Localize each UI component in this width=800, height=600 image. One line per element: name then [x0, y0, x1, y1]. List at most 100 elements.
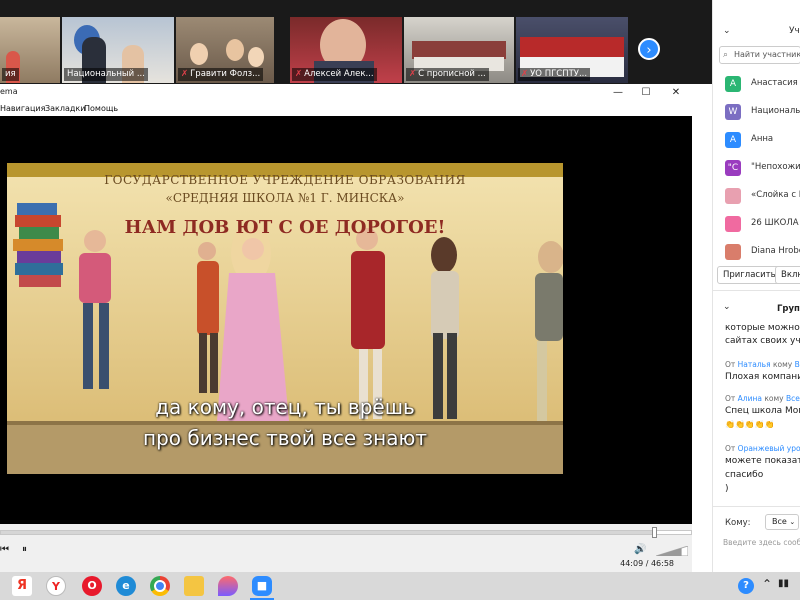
minimize-button[interactable]: —	[604, 85, 632, 101]
participant-video-strip: ия Национальный ... ✗ Гравити Фолз... ✗ Ал…	[0, 0, 712, 84]
yandex-icon[interactable]: Я	[12, 576, 32, 596]
yandex-browser-icon[interactable]: Y	[46, 576, 66, 596]
search-placeholder: Найти участника	[734, 50, 800, 59]
seek-bar-fill	[1, 531, 655, 534]
chat-text: можете показат	[725, 456, 800, 466]
pause-icon[interactable]: ⏸	[22, 542, 27, 558]
muted-mic-icon: ✗	[409, 69, 417, 79]
chat-title: Груп	[777, 304, 800, 314]
video-tile-label: ✗ Алексей Алек...	[292, 68, 377, 81]
volume-slider[interactable]	[656, 546, 688, 556]
seek-bar[interactable]	[0, 527, 692, 538]
previous-icon[interactable]: ⏮	[0, 542, 9, 558]
participant-row[interactable]: 26 ШКОЛА г	[713, 212, 800, 236]
chat-sender: От Наталья кому Вс	[725, 360, 800, 369]
chat-text: 👏👏👏👏👏	[725, 420, 775, 429]
help-icon[interactable]: ?	[738, 578, 754, 594]
video-tile-3[interactable]: ✗ Гравити Фолз...	[176, 17, 274, 83]
video-tile-label: ия	[2, 68, 19, 81]
subtitle-line-2: про бизнес твой все знают	[143, 426, 427, 450]
search-icon: ⌕	[723, 50, 729, 60]
menu-help[interactable]: Помощь	[84, 104, 118, 113]
avatar: W	[725, 104, 741, 120]
video-frame[interactable]: ГОСУДАРСТВЕННОЕ УЧРЕЖДЕНИЕ ОБРАЗОВАНИЯ «…	[7, 163, 563, 474]
taskbar: Я Y O e ■ ? ⌃ ▮▮	[0, 572, 800, 600]
video-tile-1[interactable]: ия	[0, 17, 60, 83]
close-button[interactable]: ✕	[662, 85, 690, 101]
participant-name: Национальн	[751, 106, 800, 116]
avatar	[725, 188, 741, 204]
chat-input[interactable]: Введите здесь сообщ	[723, 538, 800, 547]
participants-header: ⌄ Уч	[713, 22, 800, 42]
invite-button[interactable]: Пригласить	[717, 266, 782, 284]
network-icon[interactable]: ▮▮	[778, 578, 789, 589]
edge-icon[interactable]: e	[116, 576, 136, 596]
divider	[713, 506, 800, 507]
participant-name: «Слойка с П	[751, 190, 800, 200]
divider	[713, 290, 800, 291]
include-button[interactable]: Вклю	[775, 266, 800, 284]
chat-text: Плохая компани	[725, 372, 800, 382]
chat-text: Спец школа Мог	[725, 406, 800, 416]
participants-title: Уч	[789, 26, 800, 36]
chat-text: спасибо	[725, 470, 764, 480]
muted-mic-icon: ✗	[181, 69, 189, 79]
recipient-select[interactable]: Все ⌄	[765, 514, 799, 530]
search-input[interactable]: ⌕ Найти участника	[719, 46, 800, 64]
participant-name: Diana Hrobe	[751, 246, 800, 256]
chat-text: )	[725, 484, 729, 494]
avatar: А	[725, 76, 741, 92]
avatar: А	[725, 132, 741, 148]
chat-sender: От Алина кому Все:	[725, 394, 800, 403]
participant-name: 26 ШКОЛА г	[751, 218, 800, 228]
player-controls: ⏮ ⏸ 🔊 44:09 / 46:58	[0, 524, 692, 572]
player-title: ema	[0, 87, 18, 96]
volume-icon[interactable]: 🔊	[634, 542, 646, 558]
participant-row[interactable]: Diana Hrobe	[713, 240, 800, 264]
player-menubar: Навигация Закладки Помощь	[0, 102, 692, 116]
banner-line-3: НАМ ДОВ ЮТ С ОЕ ДОРОГОЕ!	[124, 217, 446, 238]
chevron-down-icon[interactable]: ⌄	[723, 302, 731, 312]
video-tile-2[interactable]: Национальный ...	[62, 17, 174, 83]
opera-icon[interactable]: O	[82, 576, 102, 596]
participant-row[interactable]: А Анастасия (Я	[713, 72, 800, 96]
avatar	[725, 216, 741, 232]
participant-row[interactable]: "C "Непохожие	[713, 156, 800, 180]
participants-panel: ⌄ Уч ⌕ Найти участника А Анастасия (Я W Нац…	[712, 0, 800, 572]
video-tile-4[interactable]: ✗ Алексей Алек...	[290, 17, 402, 83]
tray-expand-icon[interactable]: ⌃	[762, 577, 772, 591]
video-tile-label: ✗ Гравити Фолз...	[178, 68, 264, 81]
seek-bar-thumb[interactable]	[652, 527, 657, 538]
participant-name: Анна	[751, 134, 774, 144]
media-player-window: ema — ☐ ✕ Навигация Закладки Помощь ГОСУ…	[0, 84, 692, 572]
chevron-right-icon: ›	[646, 43, 652, 58]
chat-text: сайтах своих учр	[725, 336, 800, 346]
chevron-down-icon[interactable]: ⌄	[723, 26, 731, 36]
video-area[interactable]: ГОСУДАРСТВЕННОЕ УЧРЕЖДЕНИЕ ОБРАЗОВАНИЯ «…	[0, 116, 692, 524]
menu-navigation[interactable]: Навигация	[0, 104, 45, 113]
to-label: Кому:	[725, 518, 751, 528]
video-tile-6[interactable]: ✗ УО ПГСПТУ...	[516, 17, 628, 83]
menu-bookmarks[interactable]: Закладки	[45, 104, 85, 113]
avatar: "C	[725, 160, 741, 176]
participant-row[interactable]: W Национальн	[713, 100, 800, 124]
next-page-button[interactable]: ›	[638, 38, 660, 60]
participant-name: "Непохожие	[751, 162, 800, 172]
video-tile-label: Национальный ...	[64, 68, 148, 81]
participant-row[interactable]: «Слойка с П	[713, 184, 800, 208]
avatar	[725, 244, 741, 260]
time-readout: 44:09 / 46:58	[620, 559, 674, 568]
video-tile-5[interactable]: ✗ С прописной ...	[404, 17, 514, 83]
muted-mic-icon: ✗	[295, 69, 303, 79]
maximize-button[interactable]: ☐	[632, 85, 660, 101]
player-titlebar[interactable]: ema — ☐ ✕	[0, 84, 692, 102]
file-explorer-icon[interactable]	[184, 576, 204, 596]
chrome-icon[interactable]	[150, 576, 170, 596]
banner-line-1: ГОСУДАРСТВЕННОЕ УЧРЕЖДЕНИЕ ОБРАЗОВАНИЯ	[104, 173, 466, 187]
zoom-icon[interactable]: ■	[252, 576, 272, 596]
chevron-down-icon: ⌄	[789, 518, 796, 526]
paint-icon[interactable]	[218, 576, 238, 596]
video-tile-label: ✗ УО ПГСПТУ...	[518, 68, 591, 81]
participant-row[interactable]: А Анна	[713, 128, 800, 152]
video-tile-label: ✗ С прописной ...	[406, 68, 489, 81]
